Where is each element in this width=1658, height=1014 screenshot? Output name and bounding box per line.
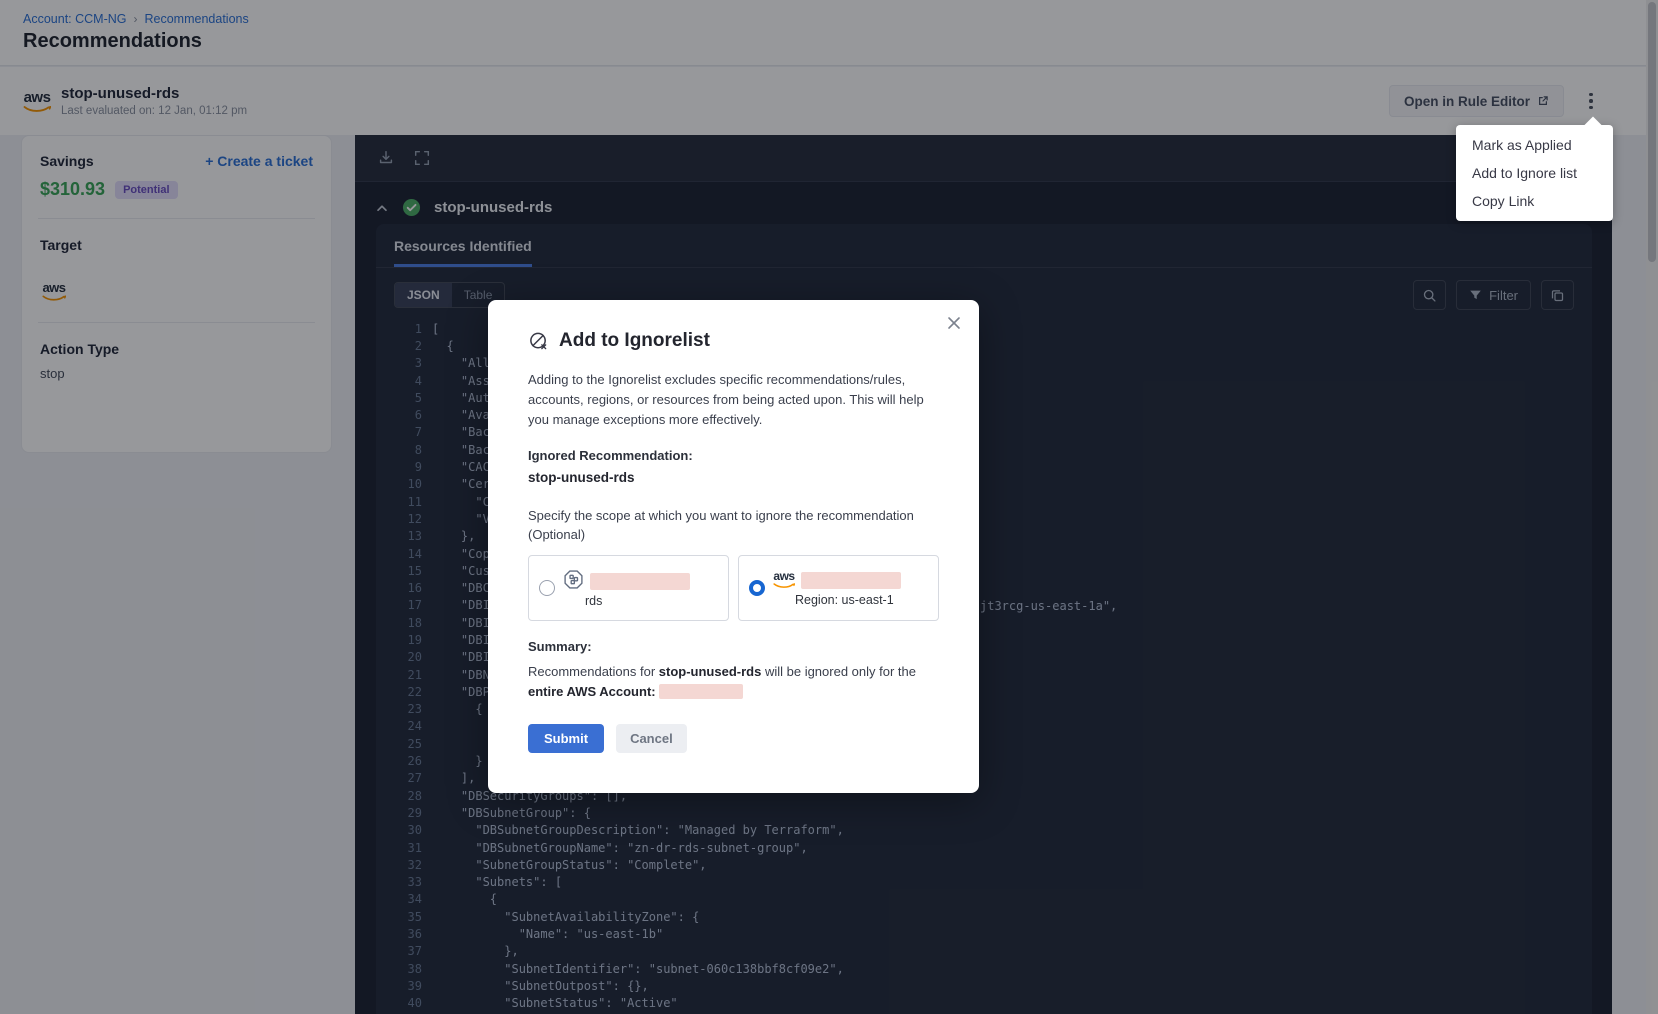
context-menu-item[interactable]: Mark as Applied — [1456, 131, 1613, 159]
ignored-recommendation-value: stop-unused-rds — [528, 470, 939, 485]
option-aws-logo: aws — [773, 570, 795, 589]
summary-text: Recommendations for stop-unused-rds will… — [528, 662, 939, 702]
scope-option-account[interactable]: aws Region: us-east-1 — [738, 555, 939, 621]
redacted-resource-name — [590, 573, 690, 590]
redacted-summary-account — [659, 684, 743, 699]
context-menu-item[interactable]: Copy Link — [1456, 187, 1613, 215]
account-radio[interactable] — [749, 580, 765, 596]
account-option-label: Region: us-east-1 — [795, 593, 901, 607]
resource-radio[interactable] — [539, 580, 555, 596]
redacted-account-id — [801, 572, 901, 589]
scope-option-resource[interactable]: rds — [528, 555, 729, 621]
summary-label: Summary: — [528, 639, 939, 654]
cancel-button[interactable]: Cancel — [616, 724, 687, 753]
add-to-ignorelist-modal: Add to Ignorelist Adding to the Ignoreli… — [488, 300, 979, 793]
custodian-policy-icon — [563, 569, 584, 590]
submit-button[interactable]: Submit — [528, 724, 604, 753]
context-menu-item[interactable]: Add to Ignore list — [1456, 159, 1613, 187]
modal-title: Add to Ignorelist — [559, 330, 710, 352]
ignored-recommendation-label: Ignored Recommendation: — [528, 448, 939, 463]
scope-label: Specify the scope at which you want to i… — [528, 507, 939, 545]
resource-option-label: rds — [585, 594, 690, 608]
context-menu: Mark as Applied Add to Ignore list Copy … — [1456, 125, 1613, 221]
close-icon[interactable] — [947, 316, 961, 333]
modal-description: Adding to the Ignorelist excludes specif… — [528, 370, 939, 430]
ignore-icon — [528, 331, 549, 352]
